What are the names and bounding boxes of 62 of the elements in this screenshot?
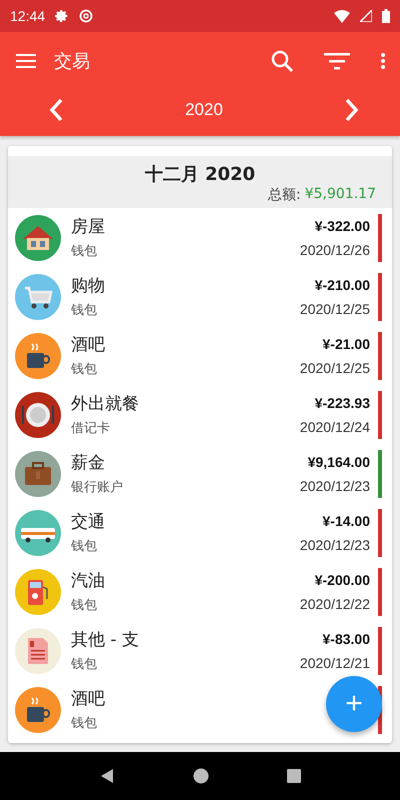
amount: ¥-21.00 (322, 336, 370, 352)
month-title: 十二月 2020 (144, 163, 256, 186)
plate-icon (15, 392, 61, 438)
amount: ¥-322.00 (314, 218, 370, 234)
total-value: ¥5,901.17 (304, 186, 376, 204)
amount: ¥-223.93 (314, 394, 370, 410)
category-name: 购物 (71, 275, 105, 297)
account-name: 钱包 (71, 597, 97, 614)
amount: ¥-83.00 (322, 630, 370, 646)
date: 2020/12/25 (300, 360, 370, 376)
status-time: 12:44 (10, 8, 46, 24)
amount: ¥-14.00 (322, 512, 370, 528)
date: 2020/12/22 (300, 596, 370, 612)
date: 2020/12/23 (300, 536, 370, 552)
year-label: 2020 (185, 100, 223, 120)
date: 2020/12/26 (300, 242, 370, 258)
cup-icon (15, 332, 61, 378)
amount: ¥-200.00 (314, 572, 370, 588)
screen-title: 交易 (54, 50, 90, 73)
home-icon[interactable] (193, 768, 209, 784)
cup-icon (15, 686, 61, 732)
date: 2020/12/21 (300, 654, 370, 670)
signal-icon (360, 10, 372, 22)
date: 2020/12/25 (300, 300, 370, 316)
menu-icon[interactable] (16, 53, 36, 69)
bus-icon (15, 510, 61, 556)
category-name: 酒吧 (71, 688, 105, 710)
date: 2020/12/23 (300, 478, 370, 494)
filter-icon[interactable] (324, 51, 350, 71)
amount: ¥-210.00 (314, 276, 370, 292)
previous-year-icon[interactable] (48, 98, 64, 122)
fuel-pump-icon (15, 568, 61, 614)
category-name: 房屋 (71, 216, 105, 238)
category-name: 薪金 (71, 452, 105, 474)
amount: ¥9,164.00 (308, 454, 370, 470)
sync-icon (79, 9, 94, 23)
house-icon (15, 214, 61, 260)
wifi-icon (334, 10, 350, 22)
search-icon[interactable] (270, 49, 294, 73)
account-name: 钱包 (71, 302, 97, 319)
more-options-icon[interactable] (380, 52, 386, 70)
cart-icon (15, 274, 61, 320)
category-name: 交通 (71, 511, 105, 533)
date: 2020/12/24 (300, 418, 370, 434)
battery-icon (382, 9, 390, 23)
category-name: 汽油 (71, 570, 105, 592)
account-name: 借记卡 (71, 420, 110, 437)
category-name: 外出就餐 (71, 393, 139, 415)
category-name: 酒吧 (71, 334, 105, 356)
account-name: 钱包 (71, 243, 97, 260)
account-name: 钱包 (71, 715, 97, 732)
account-name: 银行账户 (71, 479, 123, 496)
document-icon (15, 628, 61, 674)
next-year-icon[interactable] (344, 98, 360, 122)
account-name: 钱包 (71, 656, 97, 673)
total-label: 总额: (268, 186, 301, 204)
category-name: 其他 - 支 (71, 629, 139, 651)
briefcase-icon (15, 450, 61, 496)
gear-icon (55, 9, 70, 23)
account-name: 钱包 (71, 538, 97, 555)
back-icon[interactable] (99, 768, 115, 784)
account-name: 钱包 (71, 361, 97, 378)
